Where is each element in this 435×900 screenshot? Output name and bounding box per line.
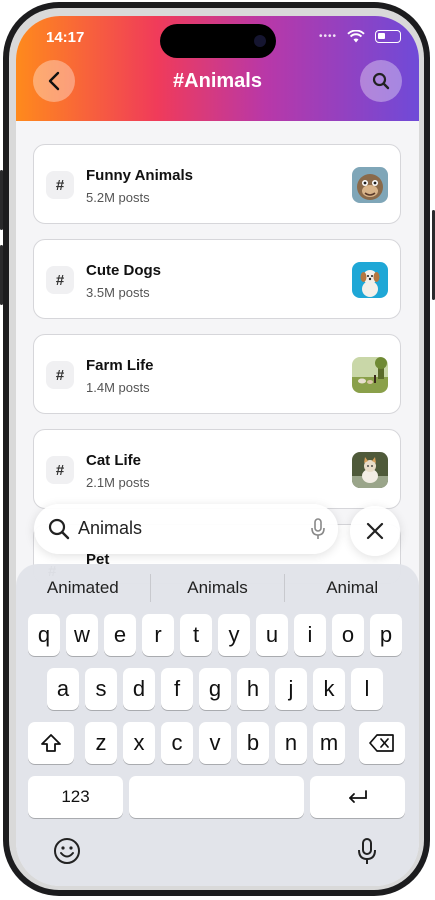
topic-name: Farm Life xyxy=(86,357,154,374)
key-c[interactable]: c xyxy=(161,722,193,764)
topic-card-cat-life[interactable]: # Cat Life 2.1M posts xyxy=(33,429,401,509)
dictation-key[interactable] xyxy=(356,836,378,871)
key-u[interactable]: u xyxy=(256,614,288,656)
hashtag-icon: # xyxy=(46,361,74,389)
return-icon xyxy=(348,790,367,803)
key-z[interactable]: z xyxy=(85,722,117,764)
topic-thumbnail-farm xyxy=(352,357,388,393)
emoji-icon xyxy=(54,838,80,864)
key-s[interactable]: s xyxy=(85,668,117,710)
status-icons: •••• xyxy=(319,30,401,43)
suggestion-item[interactable]: Animals xyxy=(151,574,286,602)
topic-name: Cat Life xyxy=(86,452,142,469)
shift-key[interactable] xyxy=(28,722,74,764)
topic-card-farm-life[interactable]: # Farm Life 1.4M posts xyxy=(33,334,401,414)
key-i[interactable]: i xyxy=(294,614,326,656)
key-v[interactable]: v xyxy=(199,722,231,764)
delete-key[interactable] xyxy=(359,722,405,764)
suggestion-item[interactable]: Animal xyxy=(285,574,419,602)
key-l[interactable]: l xyxy=(351,668,383,710)
microphone-icon[interactable] xyxy=(310,517,326,541)
key-h[interactable]: h xyxy=(237,668,269,710)
suggestion-item[interactable]: Animated xyxy=(16,574,151,602)
battery-icon xyxy=(375,30,401,43)
key-j[interactable]: j xyxy=(275,668,307,710)
search-input[interactable]: Animals xyxy=(78,518,142,539)
topic-name: Funny Animals xyxy=(86,167,193,184)
emoji-key[interactable] xyxy=(52,836,82,871)
hashtag-icon: # xyxy=(46,171,74,199)
topic-thumbnail-cat xyxy=(352,452,388,488)
numbers-key[interactable]: 123 xyxy=(28,776,123,818)
topic-post-count: 1.4M posts xyxy=(86,380,150,395)
phone-device: 14:17 •••• #Animals # Funny Animals 5.2M… xyxy=(0,0,435,900)
dynamic-island xyxy=(160,24,276,58)
header: 14:17 •••• #Animals xyxy=(16,16,419,121)
hashtag-icon: # xyxy=(46,266,74,294)
key-w[interactable]: w xyxy=(66,614,98,656)
search-button[interactable] xyxy=(360,60,402,102)
page-title: #Animals xyxy=(173,70,262,92)
topic-thumbnail-dog xyxy=(352,262,388,298)
key-g[interactable]: g xyxy=(199,668,231,710)
key-t[interactable]: t xyxy=(180,614,212,656)
return-key[interactable] xyxy=(310,776,405,818)
key-f[interactable]: f xyxy=(161,668,193,710)
keyboard-suggestions: Animated Animals Animal xyxy=(16,574,419,602)
space-key[interactable] xyxy=(129,776,304,818)
key-n[interactable]: n xyxy=(275,722,307,764)
search-icon xyxy=(372,72,390,90)
microphone-icon xyxy=(358,838,376,864)
close-search-button[interactable] xyxy=(350,506,400,556)
topic-post-count: 2.1M posts xyxy=(86,475,150,490)
volume-up-button xyxy=(0,170,3,230)
topic-thumbnail-monkey xyxy=(352,167,388,203)
key-d[interactable]: d xyxy=(123,668,155,710)
close-icon xyxy=(366,522,384,540)
topic-name: Cute Dogs xyxy=(86,262,161,279)
key-a[interactable]: a xyxy=(47,668,79,710)
screen: 14:17 •••• #Animals # Funny Animals 5.2M… xyxy=(16,16,419,886)
camera-icon xyxy=(254,35,266,47)
hashtag-icon: # xyxy=(46,456,74,484)
search-icon xyxy=(48,518,70,540)
signal-icon: •••• xyxy=(318,31,337,42)
key-b[interactable]: b xyxy=(237,722,269,764)
status-time: 14:17 xyxy=(46,29,85,46)
shift-icon xyxy=(41,734,61,752)
keyboard: Animated Animals Animal q w e r t y u i … xyxy=(16,564,419,886)
topic-list: # Funny Animals 5.2M posts # Cute Dogs 3… xyxy=(33,144,403,524)
key-p[interactable]: p xyxy=(370,614,402,656)
topic-card-funny-animals[interactable]: # Funny Animals 5.2M posts xyxy=(33,144,401,224)
key-q[interactable]: q xyxy=(28,614,60,656)
wifi-icon xyxy=(347,30,365,43)
key-o[interactable]: o xyxy=(332,614,364,656)
search-bar[interactable]: Animals xyxy=(34,504,338,554)
volume-down-button xyxy=(0,245,3,305)
topic-post-count: 3.5M posts xyxy=(86,285,150,300)
backspace-icon xyxy=(369,734,394,752)
topic-card-cute-dogs[interactable]: # Cute Dogs 3.5M posts xyxy=(33,239,401,319)
key-k[interactable]: k xyxy=(313,668,345,710)
key-m[interactable]: m xyxy=(313,722,345,764)
key-e[interactable]: e xyxy=(104,614,136,656)
topic-post-count: 5.2M posts xyxy=(86,190,150,205)
key-x[interactable]: x xyxy=(123,722,155,764)
key-r[interactable]: r xyxy=(142,614,174,656)
key-y[interactable]: y xyxy=(218,614,250,656)
